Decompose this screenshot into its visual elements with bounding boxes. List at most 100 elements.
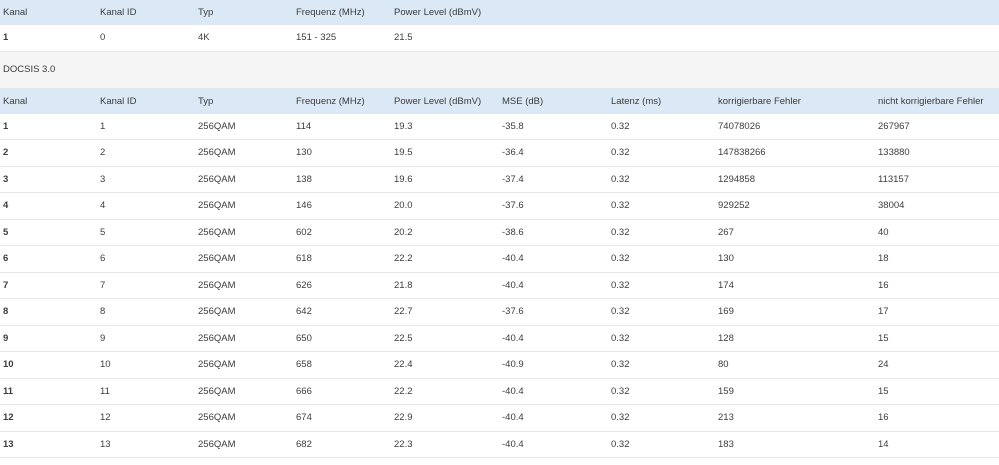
cell-power-level: 19.5 xyxy=(394,147,413,159)
cell-typ: 256QAM xyxy=(198,226,236,238)
cell-typ: 256QAM xyxy=(198,279,236,291)
cell-kanal-id: 0 xyxy=(100,32,106,44)
cell-nicht-korrigierbare-fehler: 15 xyxy=(878,385,889,397)
table-row: 10 10 256QAM 658 22.4 -40.9 0.32 80 24 xyxy=(0,352,999,379)
channel-status-page: Kanal Kanal ID Typ Frequenz (MHz) Power Leve… xyxy=(0,0,999,458)
cell-frequenz: 658 xyxy=(296,359,312,371)
cell-kanal-id: 4 xyxy=(100,200,106,212)
cell-kanal-id: 7 xyxy=(100,279,106,291)
cell-kanal: 3 xyxy=(3,173,9,185)
cell-latenz: 0.32 xyxy=(611,385,630,397)
cell-latenz: 0.32 xyxy=(611,279,630,291)
cell-kanal-id: 9 xyxy=(100,332,106,344)
table-row: 6 6 256QAM 618 22.2 -40.4 0.32 130 18 xyxy=(0,246,999,273)
cell-kanal: 6 xyxy=(3,253,9,265)
table-row: 1 1 256QAM 114 19.3 -35.8 0.32 74078026 267967 xyxy=(0,114,999,140)
cell-frequenz: 666 xyxy=(296,385,312,397)
cell-power-level: 19.6 xyxy=(394,173,413,185)
upstream-ofdm-table: Kanal Kanal ID Typ Frequenz (MHz) Power Leve… xyxy=(0,0,999,52)
cell-power-level: 21.5 xyxy=(394,32,413,44)
table-row: 7 7 256QAM 626 21.8 -40.4 0.32 174 16 xyxy=(0,273,999,299)
cell-typ: 256QAM xyxy=(198,200,236,212)
cell-mse: -40.4 xyxy=(502,385,524,397)
cell-kanal-id: 12 xyxy=(100,412,111,424)
cell-frequenz: 650 xyxy=(296,332,312,344)
header-kanal: Kanal xyxy=(3,7,28,18)
header-typ: Typ xyxy=(198,95,214,107)
cell-nicht-korrigierbare-fehler: 40 xyxy=(878,226,889,238)
cell-frequenz: 130 xyxy=(296,147,312,159)
cell-kanal-id: 2 xyxy=(100,147,106,159)
cell-mse: -38.6 xyxy=(502,226,524,238)
cell-kanal-id: 6 xyxy=(100,253,106,265)
cell-kanal-id: 11 xyxy=(100,385,110,397)
cell-mse: -37.6 xyxy=(502,306,524,318)
cell-kanal: 4 xyxy=(3,200,9,212)
cell-nicht-korrigierbare-fehler: 38004 xyxy=(878,200,905,212)
cell-nicht-korrigierbare-fehler: 113157 xyxy=(878,173,909,185)
cell-korrigierbare-fehler: 213 xyxy=(718,412,734,424)
header-frequenz: Frequenz (MHz) xyxy=(296,7,365,18)
cell-power-level: 20.0 xyxy=(394,200,413,212)
cell-mse: -36.4 xyxy=(502,147,524,159)
cell-mse: -40.4 xyxy=(502,332,524,344)
header-korrigierbare-fehler: korrigierbare Fehler xyxy=(718,95,801,107)
cell-frequenz: 138 xyxy=(296,173,312,185)
cell-mse: -40.9 xyxy=(502,359,524,371)
cell-kanal-id: 8 xyxy=(100,306,106,318)
cell-typ: 256QAM xyxy=(198,253,236,265)
table-row: 11 11 256QAM 666 22.2 -40.4 0.32 159 15 xyxy=(0,379,999,405)
cell-typ: 256QAM xyxy=(198,385,236,397)
cell-latenz: 0.32 xyxy=(611,253,630,265)
cell-frequenz: 626 xyxy=(296,279,312,291)
cell-typ: 256QAM xyxy=(198,412,236,424)
cell-frequenz: 146 xyxy=(296,200,312,212)
table-header-row: Kanal Kanal ID Typ Frequenz (MHz) Power Leve… xyxy=(0,0,999,25)
cell-korrigierbare-fehler: 147838266 xyxy=(718,147,766,159)
header-nicht-korrigierbare-fehler: nicht korrigierbare Fehler xyxy=(878,95,984,107)
cell-mse: -35.8 xyxy=(502,120,524,132)
cell-kanal: 9 xyxy=(3,332,9,344)
cell-typ: 256QAM xyxy=(198,120,236,132)
cell-latenz: 0.32 xyxy=(611,120,630,132)
cell-frequenz: 674 xyxy=(296,412,312,424)
cell-kanal: 10 xyxy=(3,359,14,371)
cell-latenz: 0.32 xyxy=(611,438,630,450)
cell-kanal: 11 xyxy=(3,385,14,397)
header-kanal-id: Kanal ID xyxy=(100,7,137,18)
cell-power-level: 22.7 xyxy=(394,306,413,318)
table-row: 8 8 256QAM 642 22.7 -37.6 0.32 169 17 xyxy=(0,299,999,326)
header-power-level: Power Level (dBmV) xyxy=(394,7,482,18)
docsis-3-0-channel-table: Kanal Kanal ID Typ Frequenz (MHz) Power Leve… xyxy=(0,88,999,458)
cell-power-level: 21.8 xyxy=(394,279,413,291)
cell-latenz: 0.32 xyxy=(611,306,630,318)
cell-frequenz: 151 - 325 xyxy=(296,32,337,44)
cell-mse: -40.4 xyxy=(502,279,524,291)
cell-latenz: 0.32 xyxy=(611,147,630,159)
table-header-row: Kanal Kanal ID Typ Frequenz (MHz) Power Leve… xyxy=(0,88,999,114)
cell-power-level: 22.9 xyxy=(394,412,413,424)
cell-kanal: 12 xyxy=(3,412,14,424)
cell-power-level: 22.2 xyxy=(394,385,413,397)
cell-korrigierbare-fehler: 128 xyxy=(718,332,734,344)
cell-nicht-korrigierbare-fehler: 14 xyxy=(878,438,889,450)
cell-frequenz: 602 xyxy=(296,226,312,238)
cell-kanal: 1 xyxy=(3,32,9,44)
cell-latenz: 0.32 xyxy=(611,226,630,238)
table-row: 1 0 4K 151 - 325 21.5 xyxy=(0,25,999,52)
cell-power-level: 20.2 xyxy=(394,226,413,238)
header-frequenz: Frequenz (MHz) xyxy=(296,95,365,107)
cell-power-level: 22.2 xyxy=(394,253,413,265)
cell-nicht-korrigierbare-fehler: 16 xyxy=(878,412,889,424)
cell-nicht-korrigierbare-fehler: 17 xyxy=(878,306,889,318)
cell-typ: 256QAM xyxy=(198,173,236,185)
cell-frequenz: 642 xyxy=(296,306,312,318)
cell-mse: -40.4 xyxy=(502,438,524,450)
cell-nicht-korrigierbare-fehler: 18 xyxy=(878,253,889,265)
cell-power-level: 19.3 xyxy=(394,120,413,132)
cell-kanal: 7 xyxy=(3,279,9,291)
cell-kanal-id: 1 xyxy=(100,120,106,132)
cell-typ: 256QAM xyxy=(198,359,236,371)
cell-kanal: 5 xyxy=(3,226,9,238)
cell-latenz: 0.32 xyxy=(611,173,630,185)
